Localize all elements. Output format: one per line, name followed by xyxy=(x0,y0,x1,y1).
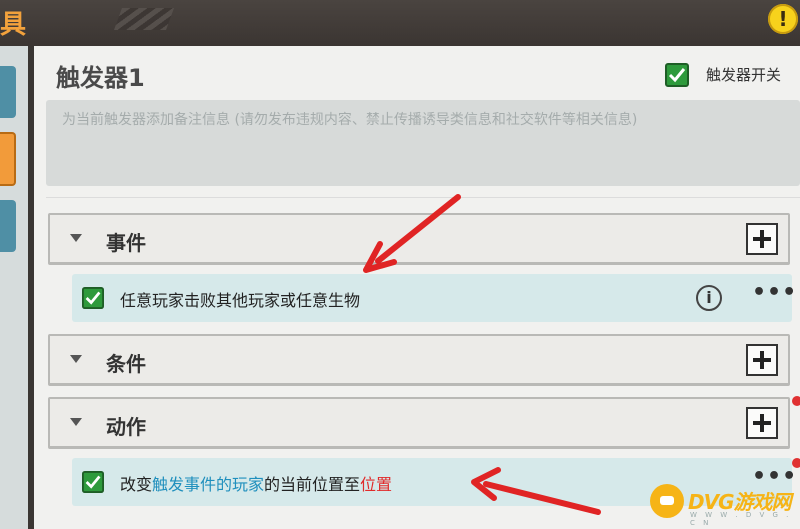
gamepad-icon xyxy=(650,484,684,518)
trigger-toggle-checkbox[interactable] xyxy=(665,63,689,87)
section-action-label: 动作 xyxy=(106,415,146,439)
event-row-text: 任意玩家击败其他玩家或任意生物 xyxy=(120,291,361,310)
action-row-checkbox[interactable] xyxy=(82,471,104,493)
notification-dot xyxy=(792,396,800,406)
trigger-toggle-label: 触发器开关 xyxy=(706,66,782,84)
watermark-domain: W W W . D V G . C N xyxy=(690,511,792,527)
more-options-icon[interactable]: ••• xyxy=(752,280,797,305)
collapse-triangle-icon[interactable] xyxy=(70,418,82,426)
event-row-checkbox[interactable] xyxy=(82,287,104,309)
notification-dot xyxy=(792,458,800,468)
add-action-button[interactable] xyxy=(746,407,778,439)
section-event[interactable]: 事件 xyxy=(48,213,790,265)
collapse-triangle-icon[interactable] xyxy=(70,234,82,242)
action-param-link[interactable]: 位置 xyxy=(360,475,392,494)
rail-tab[interactable] xyxy=(0,200,16,252)
action-text-part: 的当前位置至 xyxy=(264,475,361,494)
action-row-text: 改变触发事件的玩家的当前位置至位置 xyxy=(120,471,392,495)
top-bar-decoration xyxy=(113,8,175,30)
collapse-triangle-icon[interactable] xyxy=(70,355,82,363)
rail-tab-active[interactable] xyxy=(0,132,16,186)
add-condition-button[interactable] xyxy=(746,344,778,376)
info-icon[interactable]: i xyxy=(696,285,722,311)
note-field[interactable]: 为当前触发器添加备注信息 (请勿发布违规内容、禁止传播诱导类信息和社交软件等相关… xyxy=(46,100,800,186)
section-event-label: 事件 xyxy=(106,231,146,255)
action-param-link[interactable]: 触发事件的玩家 xyxy=(152,475,264,494)
event-row[interactable]: 任意玩家击败其他玩家或任意生物 i ••• xyxy=(72,274,796,322)
rail-tab[interactable] xyxy=(0,66,16,118)
section-condition-label: 条件 xyxy=(106,352,146,376)
top-bar: 具 ! xyxy=(0,0,800,46)
watermark: DVG游戏网 W W W . D V G . C N xyxy=(650,480,800,529)
action-text-part: 改变 xyxy=(120,475,153,494)
divider xyxy=(46,197,800,198)
section-condition[interactable]: 条件 xyxy=(48,334,790,386)
warning-icon[interactable]: ! xyxy=(768,4,798,34)
trigger-name[interactable]: 触发器1 xyxy=(56,58,145,93)
left-rail xyxy=(0,46,28,529)
note-placeholder: 为当前触发器添加备注信息 (请勿发布违规内容、禁止传播诱导类信息和社交软件等相关… xyxy=(62,112,638,128)
section-action[interactable]: 动作 xyxy=(48,397,790,449)
add-event-button[interactable] xyxy=(746,223,778,255)
top-bar-title: 具 xyxy=(0,10,28,40)
